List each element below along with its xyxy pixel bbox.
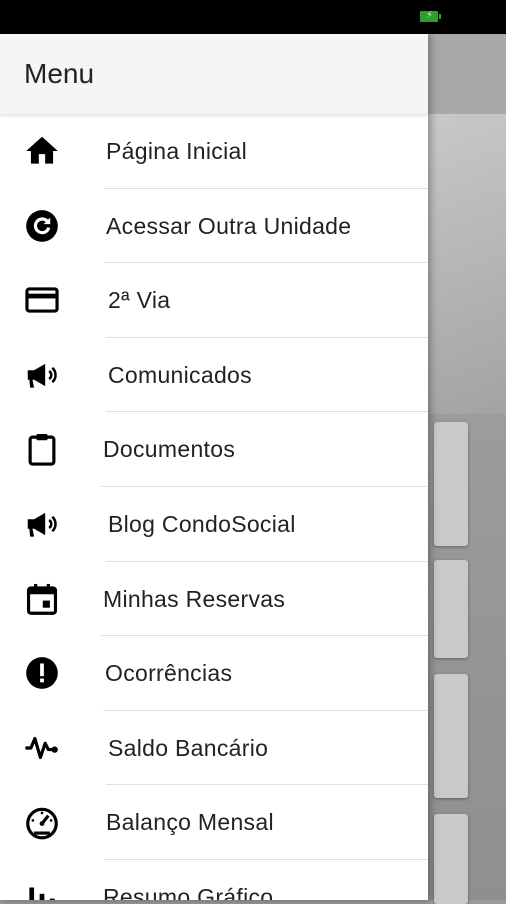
menu-item-minhas-reservas[interactable]: Minhas Reservas (0, 562, 428, 637)
speedometer-icon (22, 803, 62, 841)
drawer-header: Menu (0, 34, 428, 114)
refresh-circle-icon (22, 207, 62, 245)
menu-item-label: Documentos (103, 436, 236, 463)
clipboard-icon (22, 430, 62, 468)
pulse-icon (22, 729, 62, 767)
menu-item-label: Ocorrências (105, 660, 233, 687)
megaphone-icon (22, 356, 62, 394)
background-app-card[interactable] (434, 674, 468, 798)
menu-item-label: 2ª Via (108, 287, 171, 314)
menu-item-label: Resumo Gráfico (103, 883, 274, 900)
menu-item-label: Balanço Mensal (106, 809, 274, 836)
background-app-banner (428, 114, 506, 414)
background-app-card[interactable] (434, 422, 468, 546)
menu-item-label: Página Inicial (106, 138, 248, 164)
credit-card-icon (22, 281, 62, 319)
status-bar: ⚡ (0, 0, 506, 34)
background-app-toolbar (428, 34, 506, 114)
menu-list: Página Inicial Acessar Outra Unidade 2ª … (0, 114, 428, 900)
menu-item-2a-via[interactable]: 2ª Via (0, 263, 428, 338)
menu-item-balanco-mensal[interactable]: Balanço Mensal (0, 785, 428, 860)
bar-chart-icon (22, 878, 62, 900)
menu-item-resumo-grafico[interactable]: Resumo Gráfico (0, 860, 428, 900)
menu-item-ocorrencias[interactable]: Ocorrências (0, 636, 428, 711)
background-app-content[interactable] (428, 34, 506, 904)
menu-item-comunicados[interactable]: Comunicados (0, 338, 428, 413)
home-icon (22, 132, 62, 170)
menu-item-label: Minhas Reservas (103, 585, 286, 612)
background-app-card[interactable] (434, 814, 468, 904)
menu-item-label: Comunicados (108, 361, 252, 388)
drawer-title: Menu (24, 58, 95, 89)
menu-item-label: Saldo Bancário (108, 734, 269, 761)
menu-item-label: Acessar Outra Unidade (106, 212, 352, 239)
background-app-card[interactable] (434, 560, 468, 658)
menu-item-pagina-inicial[interactable]: Página Inicial (0, 114, 428, 189)
menu-item-acessar-outra-unidade[interactable]: Acessar Outra Unidade (0, 189, 428, 264)
menu-item-documentos[interactable]: Documentos (0, 412, 428, 487)
navigation-drawer: Menu Página Inicial Acessar Outra Unidad… (0, 34, 428, 900)
menu-item-saldo-bancario[interactable]: Saldo Bancário (0, 711, 428, 786)
calendar-icon (22, 580, 62, 618)
menu-item-label: Blog CondoSocial (108, 510, 296, 537)
battery-charging-icon: ⚡ (420, 10, 441, 22)
megaphone-icon (22, 505, 62, 543)
menu-item-blog-condosocial[interactable]: Blog CondoSocial (0, 487, 428, 562)
alert-circle-icon (22, 654, 62, 692)
